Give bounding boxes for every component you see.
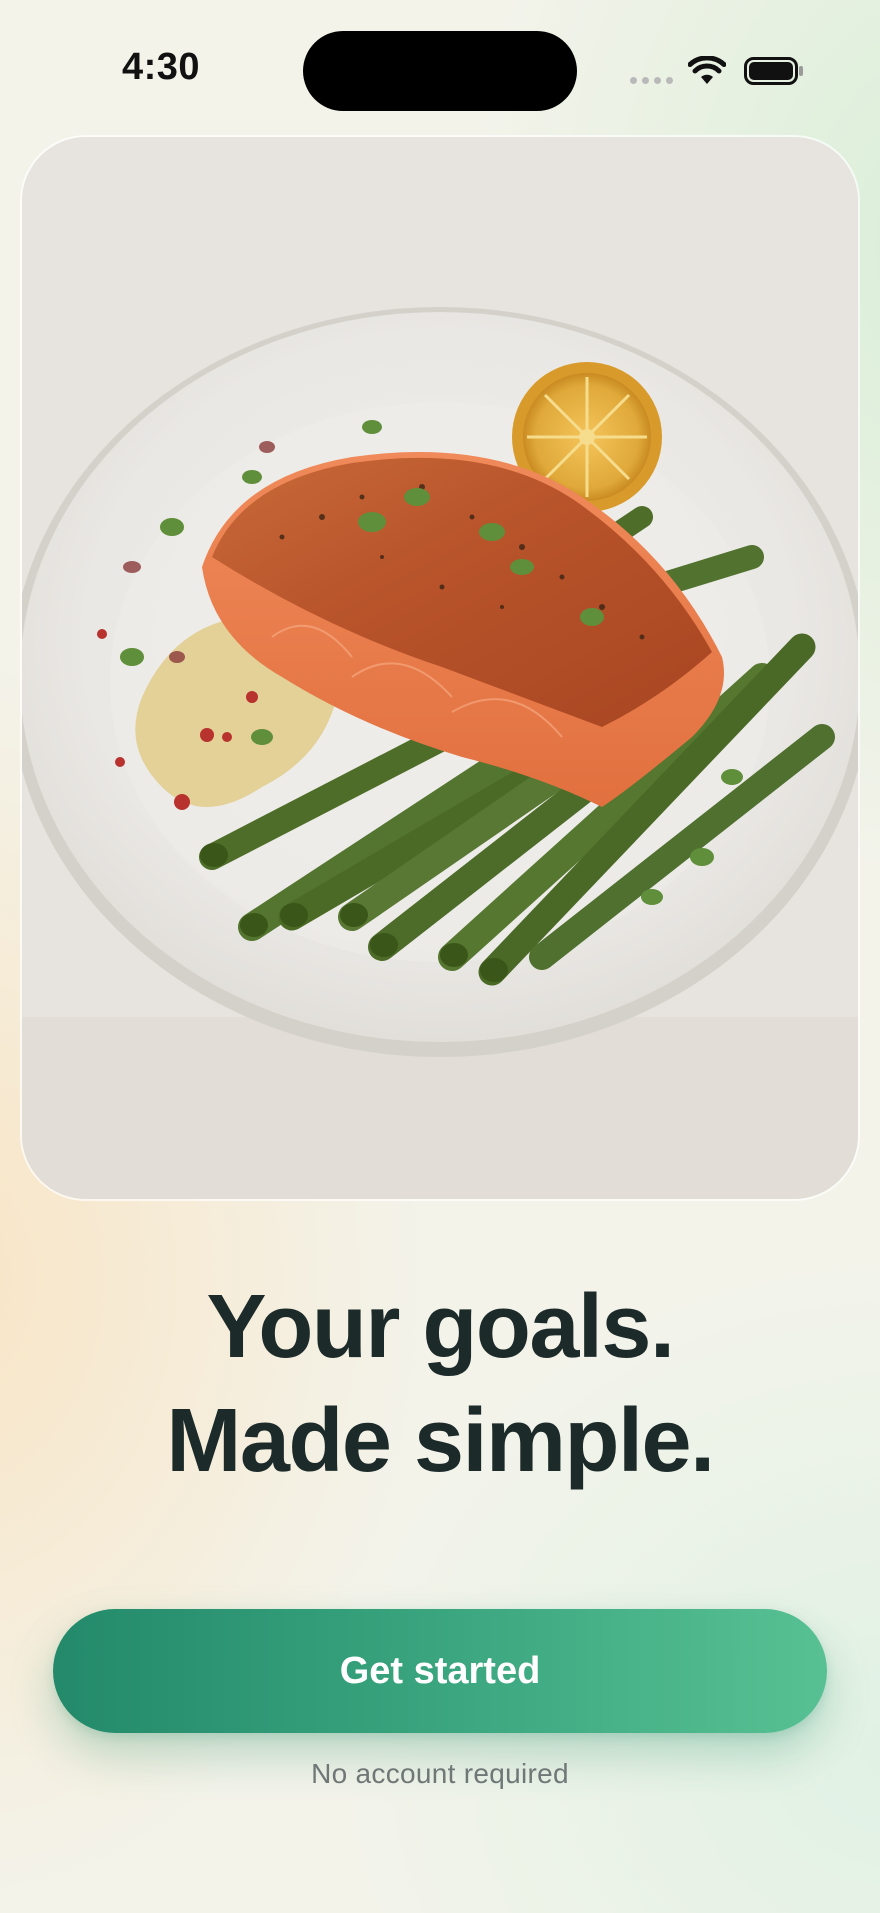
hero-image: [22, 137, 858, 1199]
headline: Your goals. Made simple.: [0, 1270, 880, 1498]
salmon-dish-illustration: [22, 137, 858, 1199]
headline-line-2: Made simple.: [166, 1391, 715, 1491]
no-account-note: No account required: [311, 1758, 569, 1789]
dynamic-island: [303, 31, 577, 111]
get-started-label: Get started: [339, 1649, 541, 1692]
status-bar: 4:30: [0, 0, 880, 140]
wifi-icon: [688, 56, 726, 84]
battery-icon: [744, 57, 803, 85]
headline-line-1: Your goals.: [206, 1277, 675, 1377]
status-time: 4:30: [122, 46, 201, 88]
get-started-button[interactable]: Get started: [53, 1609, 827, 1733]
cellular-signal-icon: [630, 77, 673, 84]
